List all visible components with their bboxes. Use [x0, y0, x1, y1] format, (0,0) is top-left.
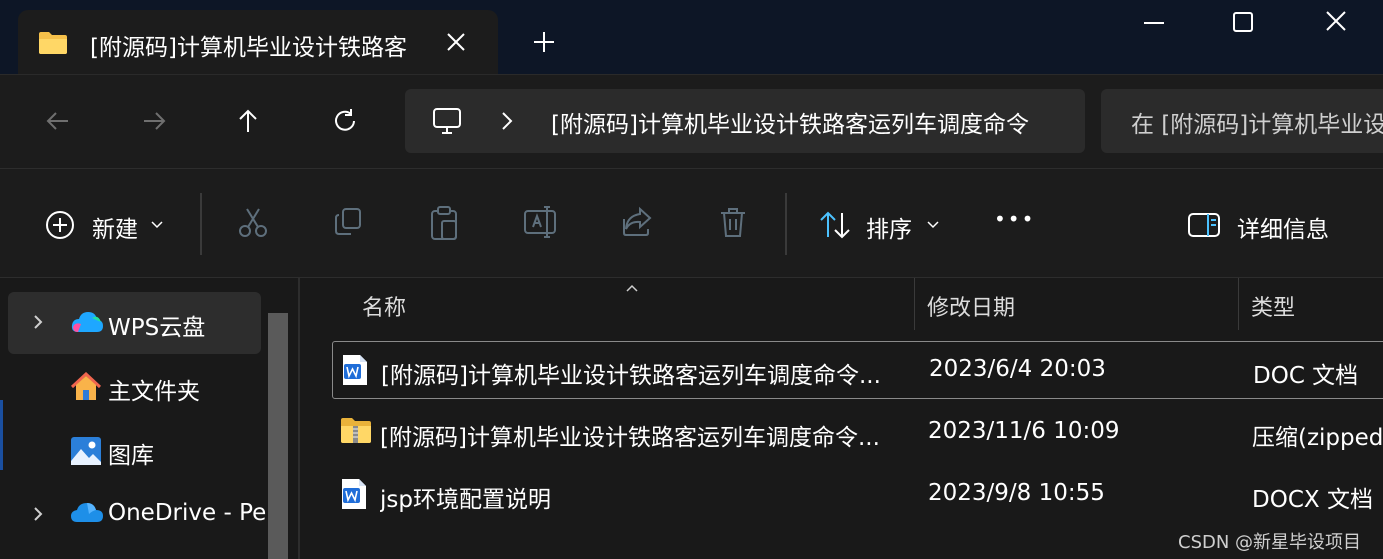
folder-icon [38, 31, 68, 59]
minimize-icon[interactable] [1134, 8, 1174, 38]
sidebar-item-label: 主文件夹 [108, 379, 200, 405]
file-name: jsp环境配置说明 [380, 487, 551, 513]
content-area: WPS云盘 主文件夹 图库 OneDrive - Pe 名称 修改日期 类型 [… [0, 278, 1383, 559]
sort-icon [818, 209, 852, 245]
rename-icon[interactable] [523, 205, 559, 245]
sort-caret-icon [624, 278, 640, 297]
new-button[interactable]: 新建 [44, 205, 174, 245]
arrow-right-icon[interactable] [138, 105, 170, 137]
column-divider[interactable] [1238, 278, 1239, 330]
column-header-name[interactable]: 名称 [362, 290, 406, 322]
address-path[interactable]: [附源码]计算机毕业设计铁路客运列车调度命令 [551, 105, 1029, 139]
search-input[interactable]: 在 [附源码]计算机毕业设计 [1101, 89, 1383, 153]
more-icon[interactable]: ••• [994, 205, 1034, 245]
window-close-icon[interactable] [1316, 8, 1356, 38]
file-list: 名称 修改日期 类型 [附源码]计算机毕业设计铁路客运列车调度命令... 202… [300, 278, 1383, 559]
file-row[interactable]: [附源码]计算机毕业设计铁路客运列车调度命令... 2023/6/4 20:03… [332, 341, 1383, 399]
sidebar-item-home[interactable]: 主文件夹 [8, 356, 261, 418]
column-header-type[interactable]: 类型 [1251, 290, 1295, 322]
share-icon[interactable] [620, 205, 654, 245]
sidebar-scrollbar[interactable] [268, 313, 288, 559]
file-row[interactable]: [附源码]计算机毕业设计铁路客运列车调度命令... 2023/11/6 10:0… [332, 404, 1383, 462]
title-bar: [附源码]计算机毕业设计铁路客 [0, 0, 1383, 74]
watermark-text: CSDN @新星毕设项目 [1178, 532, 1362, 553]
file-row[interactable]: jsp环境配置说明 2023/9/8 10:55 DOCX 文档 [332, 466, 1383, 524]
word-doc-icon [340, 477, 368, 515]
column-header-modified[interactable]: 修改日期 [927, 290, 1015, 322]
details-pane-icon [1187, 211, 1221, 243]
chevron-right-icon[interactable] [499, 109, 515, 137]
paste-icon[interactable] [428, 205, 460, 245]
file-modified: 2023/11/6 10:09 [928, 418, 1120, 444]
command-bar: 新建 排序 ••• 详细信息 [0, 168, 1383, 278]
toolbar-divider [785, 193, 787, 255]
new-label: 新建 [92, 217, 138, 243]
arrow-up-icon[interactable] [232, 105, 264, 137]
window-edge-accent [0, 400, 3, 470]
navigation-pane: WPS云盘 主文件夹 图库 OneDrive - Pe [0, 278, 296, 559]
chevron-right-icon[interactable] [30, 312, 46, 336]
details-button[interactable]: 详细信息 [1187, 205, 1347, 245]
maximize-icon[interactable] [1223, 8, 1263, 38]
file-type: DOC 文档 [1253, 363, 1359, 389]
arrow-left-icon[interactable] [42, 105, 74, 137]
chevron-down-icon [150, 217, 164, 236]
more-label: ••• [994, 207, 1036, 231]
tab-active[interactable]: [附源码]计算机毕业设计铁路客 [18, 10, 498, 74]
sidebar-item-label: 图库 [108, 443, 154, 469]
zip-folder-icon [340, 415, 372, 449]
file-name: [附源码]计算机毕业设计铁路客运列车调度命令... [380, 425, 880, 451]
plus-icon[interactable] [530, 28, 558, 56]
cut-icon[interactable] [237, 205, 269, 245]
file-type: 压缩(zipped [1252, 425, 1383, 451]
copy-icon[interactable] [332, 205, 364, 245]
column-divider[interactable] [914, 278, 915, 330]
file-type: DOCX 文档 [1252, 487, 1373, 513]
delete-icon[interactable] [717, 205, 749, 245]
navigation-bar: [附源码]计算机毕业设计铁路客运列车调度命令 在 [附源码]计算机毕业设计 [0, 74, 1383, 168]
file-modified: 2023/9/8 10:55 [928, 480, 1105, 506]
sort-button[interactable]: 排序 [818, 205, 948, 245]
home-icon [70, 371, 102, 406]
close-icon[interactable] [442, 28, 470, 56]
sidebar-item-label: OneDrive - Pe [108, 500, 267, 526]
onedrive-icon [70, 500, 104, 530]
sidebar-item-onedrive[interactable]: OneDrive - Pe [8, 484, 266, 546]
toolbar-divider [200, 193, 202, 255]
gallery-icon [70, 436, 102, 470]
sidebar-item-gallery[interactable]: 图库 [8, 420, 261, 482]
details-label: 详细信息 [1237, 217, 1329, 243]
sort-label: 排序 [866, 217, 912, 243]
tab-title: [附源码]计算机毕业设计铁路客 [90, 35, 407, 61]
wps-cloud-icon [70, 308, 104, 340]
chevron-down-icon [926, 217, 940, 236]
file-name: [附源码]计算机毕业设计铁路客运列车调度命令... [381, 363, 881, 389]
sidebar-item-wps-cloud[interactable]: WPS云盘 [8, 292, 261, 354]
word-doc-icon [341, 353, 369, 391]
this-pc-icon[interactable] [431, 105, 463, 141]
new-icon [44, 209, 76, 245]
chevron-right-icon[interactable] [30, 504, 46, 528]
address-bar[interactable]: [附源码]计算机毕业设计铁路客运列车调度命令 [405, 89, 1085, 153]
file-modified: 2023/6/4 20:03 [929, 356, 1106, 382]
sidebar-item-label: WPS云盘 [108, 315, 206, 341]
search-placeholder: 在 [附源码]计算机毕业设计 [1131, 112, 1383, 138]
refresh-icon[interactable] [329, 105, 361, 137]
